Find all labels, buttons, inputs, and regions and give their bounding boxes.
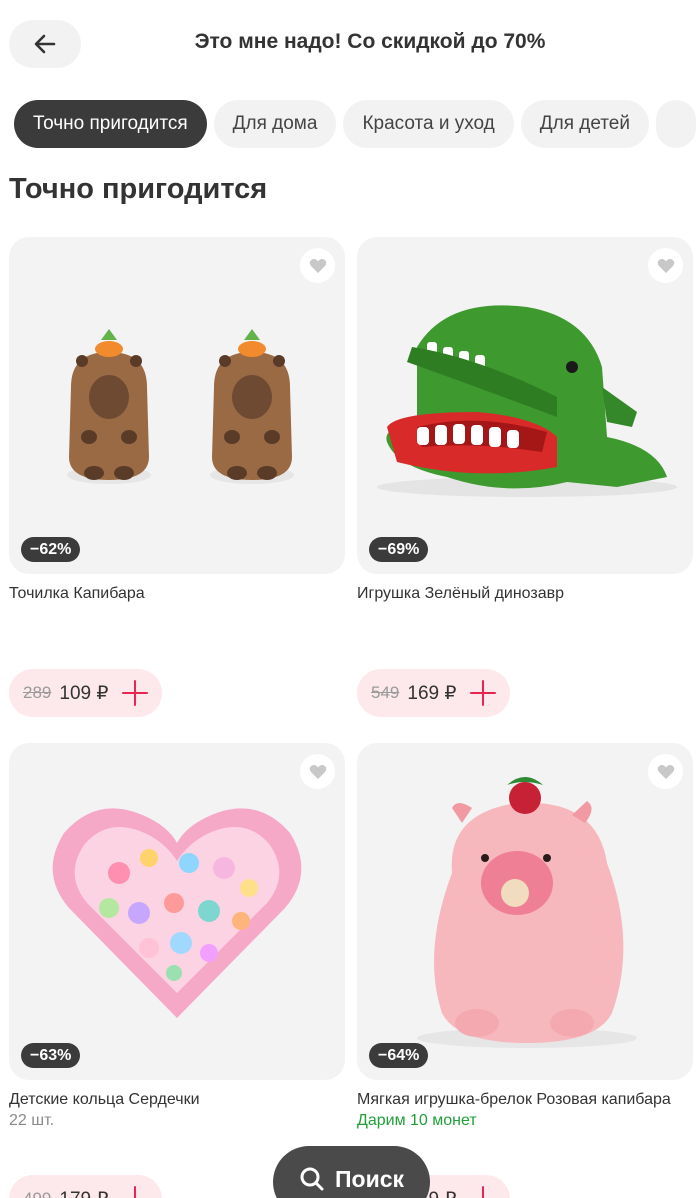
heart-icon <box>657 764 674 779</box>
product-image[interactable]: −63% <box>9 743 345 1080</box>
search-label: Поиск <box>334 1166 405 1192</box>
discount-badge: −64% <box>369 1043 429 1068</box>
tab-useful[interactable]: Точно пригодится <box>14 100 207 148</box>
current-price: 109 ₽ <box>59 682 109 704</box>
heart-icon <box>309 764 326 779</box>
top-bar: Это мне надо! Со скидкой до 70% <box>0 0 700 90</box>
favorite-button[interactable] <box>300 248 335 283</box>
product-image[interactable]: −62% <box>9 237 345 574</box>
capybara-sharpeners-image <box>67 329 294 484</box>
search-button[interactable]: Поиск <box>273 1146 430 1198</box>
tab-beauty[interactable]: Красота и уход <box>343 100 514 148</box>
favorite-button[interactable] <box>648 754 683 789</box>
add-to-cart-icon[interactable] <box>122 680 149 706</box>
price-button[interactable]: 549 169 ₽ <box>357 669 511 717</box>
product-card[interactable]: −69% Игрушка Зелёный динозавр 549 169 ₽ <box>357 237 693 717</box>
current-price: 179 ₽ <box>59 1188 108 1198</box>
category-tabs: Точно пригодится Для дома Красота и уход… <box>14 100 696 148</box>
tab-kids[interactable]: Для детей <box>520 100 649 148</box>
add-to-cart-icon[interactable] <box>470 680 497 706</box>
old-price: 289 <box>23 683 52 702</box>
arrow-left-icon <box>34 34 56 54</box>
product-name[interactable]: Детские кольца Сердечки <box>9 1090 345 1110</box>
product-image[interactable]: −69% <box>357 237 693 574</box>
tab-home[interactable]: Для дома <box>213 100 337 148</box>
green-dinosaur-toy-image <box>377 305 677 497</box>
heart-icon <box>309 258 326 273</box>
product-card[interactable]: −64% Мягкая игрушка-брелок Розовая капиб… <box>357 743 693 1198</box>
add-to-cart-icon[interactable] <box>122 1186 148 1198</box>
discount-badge: −62% <box>21 537 81 562</box>
heart-icon <box>657 258 674 273</box>
section-title: Точно пригодится <box>9 173 268 205</box>
page-title: Это мне надо! Со скидкой до 70% <box>194 30 546 53</box>
heart-box-rings-image <box>52 808 302 1018</box>
favorite-button[interactable] <box>300 754 335 789</box>
tab-more[interactable] <box>655 100 696 148</box>
discount-badge: −63% <box>21 1043 81 1068</box>
product-quantity: 22 шт. <box>9 1112 55 1129</box>
pink-capybara-plush-image <box>417 777 637 1048</box>
discount-badge: −69% <box>369 537 429 562</box>
product-card[interactable]: −62% Точилка Капибара 289 109 ₽ <box>9 237 345 717</box>
old-price: 499 <box>23 1189 51 1198</box>
back-button[interactable] <box>9 20 81 68</box>
product-name[interactable]: Мягкая игрушка-брелок Розовая капибара <box>357 1090 693 1110</box>
product-image[interactable]: −64% <box>357 743 693 1080</box>
add-to-cart-icon[interactable] <box>470 1186 496 1198</box>
product-name[interactable]: Точилка Капибара <box>9 584 345 604</box>
price-button[interactable]: 289 109 ₽ <box>9 669 163 717</box>
current-price: 169 ₽ <box>407 682 457 704</box>
product-name[interactable]: Игрушка Зелёный динозавр <box>357 584 693 604</box>
search-icon <box>300 1167 324 1191</box>
favorite-button[interactable] <box>648 248 683 283</box>
price-button[interactable]: 499 179 ₽ <box>9 1175 163 1198</box>
product-card[interactable]: −63% Детские кольца Сердечки 22 шт. 499 … <box>9 743 345 1198</box>
promo-text: Дарим 10 монет <box>357 1112 477 1129</box>
old-price: 549 <box>371 683 400 702</box>
